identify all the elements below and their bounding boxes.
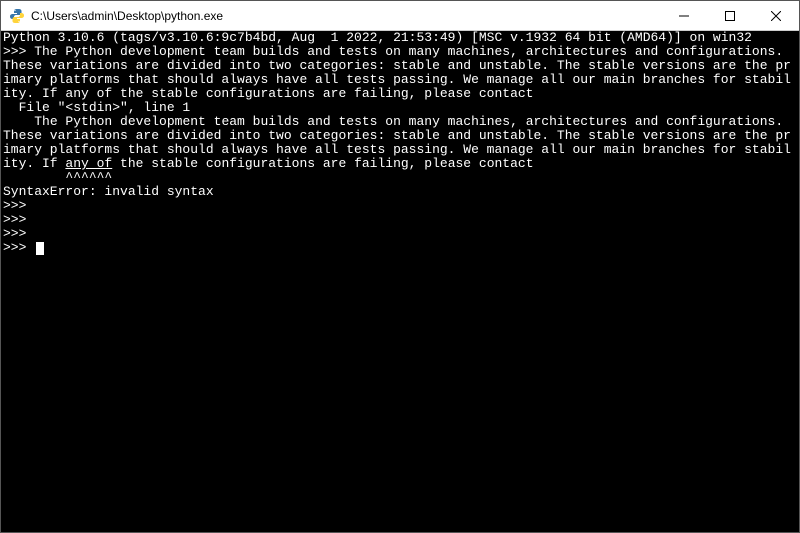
repl-prompt: >>> xyxy=(3,44,26,59)
titlebar[interactable]: C:\Users\admin\Desktop\python.exe xyxy=(1,1,799,31)
python-console-window: C:\Users\admin\Desktop\python.exe Python… xyxy=(0,0,800,533)
repl-prompt: >>> xyxy=(3,226,26,241)
close-button[interactable] xyxy=(753,1,799,30)
user-input-text: The Python development team builds and t… xyxy=(3,44,791,101)
app-icon xyxy=(9,8,25,24)
traceback-caret-line: ^^^^^^ xyxy=(3,170,112,185)
minimize-button[interactable] xyxy=(661,1,707,30)
text-cursor xyxy=(36,242,44,255)
syntax-error-line: SyntaxError: invalid syntax xyxy=(3,184,214,199)
maximize-button[interactable] xyxy=(707,1,753,30)
repl-prompt: >>> xyxy=(3,198,26,213)
maximize-icon xyxy=(725,11,735,21)
traceback-echo-text: The Python development team builds and t… xyxy=(3,114,791,171)
minimize-icon xyxy=(679,11,689,21)
repl-prompt-active: >>> xyxy=(3,240,44,255)
traceback-file-line: File "<stdin>", line 1 xyxy=(3,100,190,115)
close-icon xyxy=(771,11,781,21)
window-controls xyxy=(661,1,799,30)
repl-prompt: >>> xyxy=(3,212,26,227)
python-version-line: Python 3.10.6 (tags/v3.10.6:9c7b4bd, Aug… xyxy=(3,31,752,45)
window-title: C:\Users\admin\Desktop\python.exe xyxy=(31,9,661,23)
terminal-output[interactable]: Python 3.10.6 (tags/v3.10.6:9c7b4bd, Aug… xyxy=(1,31,799,532)
